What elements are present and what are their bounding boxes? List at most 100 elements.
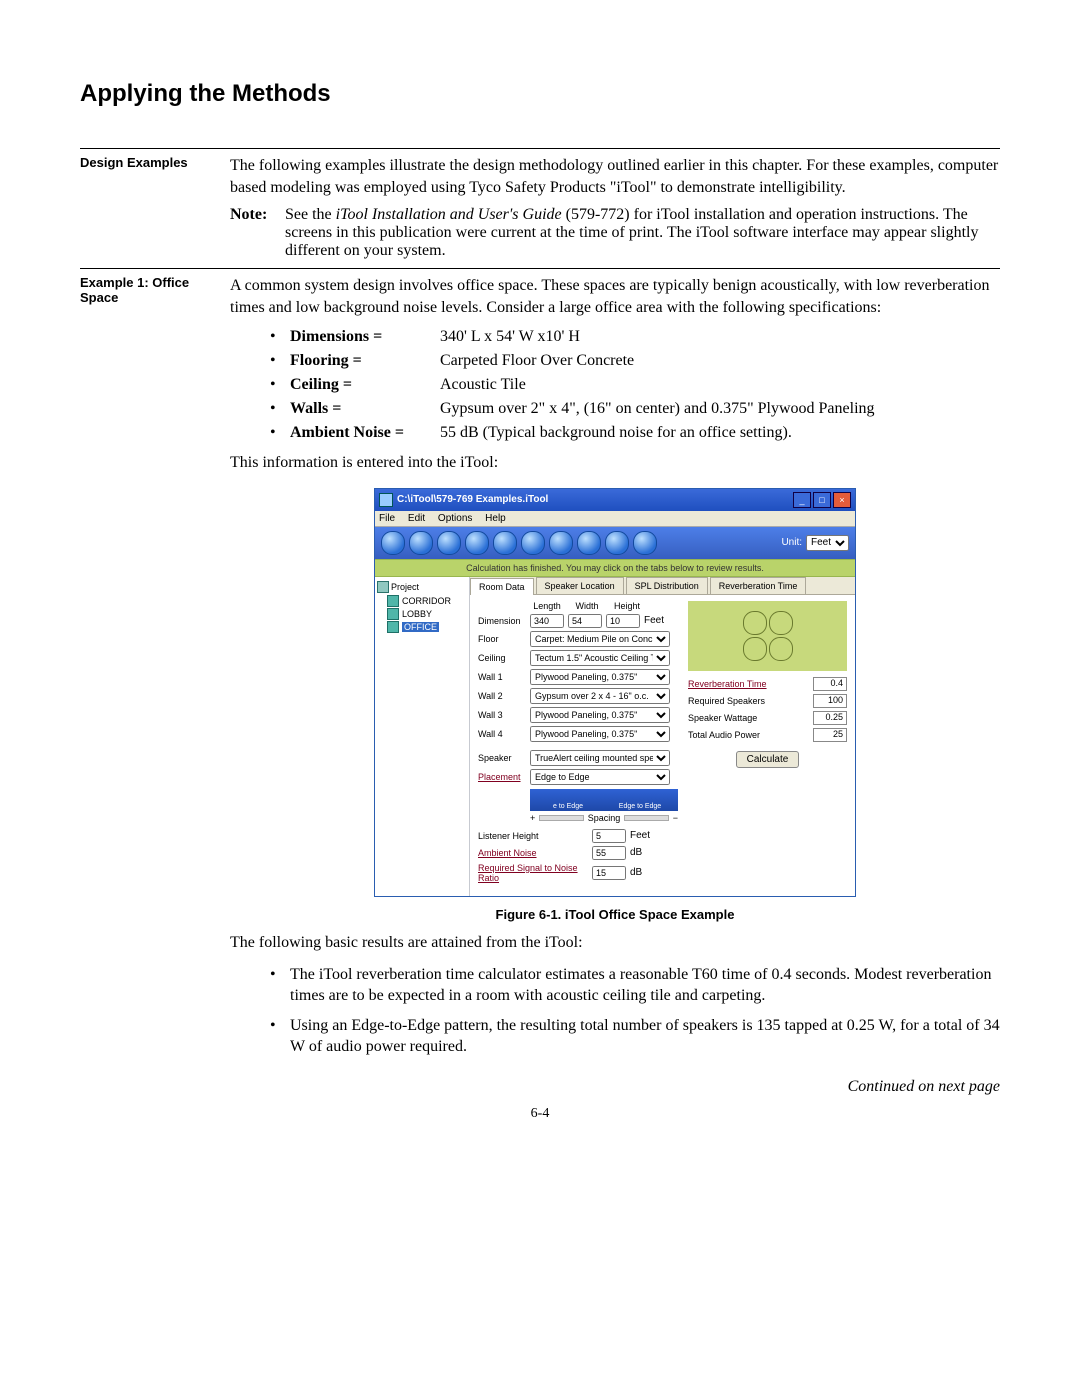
hdr-height: Height bbox=[610, 601, 644, 611]
reverb-link[interactable]: Reverberation Time bbox=[688, 679, 807, 689]
wall4-select[interactable]: Plywood Paneling, 0.375" bbox=[530, 726, 670, 742]
listener-label: Listener Height bbox=[478, 831, 588, 841]
tree-label-selected: OFFICE bbox=[402, 622, 439, 632]
width-input[interactable] bbox=[568, 614, 602, 628]
itool-screenshot: C:\iTool\579-769 Examples.iTool _ □ × Fi… bbox=[230, 488, 1000, 897]
toolbar-button-7[interactable] bbox=[549, 531, 573, 555]
floor-select[interactable]: Carpet: Medium Pile on Concrete bbox=[530, 631, 670, 647]
ambient-unit: dB bbox=[630, 847, 642, 858]
room-icon bbox=[387, 608, 399, 620]
toolbar-button-6[interactable] bbox=[521, 531, 545, 555]
menu-options[interactable]: Options bbox=[438, 513, 472, 524]
toolbar-button-10[interactable] bbox=[633, 531, 657, 555]
maximize-button[interactable]: □ bbox=[813, 492, 831, 508]
unit-selector: Unit: Feet bbox=[781, 535, 849, 551]
row-label: Wall 2 bbox=[478, 691, 526, 701]
unit-select[interactable]: Feet bbox=[806, 535, 849, 551]
tree-node-corridor[interactable]: CORRIDOR bbox=[387, 595, 467, 607]
section-label: Example 1: Office Space bbox=[80, 275, 230, 305]
toolbar-button-4[interactable] bbox=[465, 531, 489, 555]
row-sn: Required Signal to Noise Ratio dB bbox=[478, 863, 678, 883]
result-power: Total Audio Power 25 bbox=[688, 728, 847, 742]
power-value: 25 bbox=[813, 728, 847, 742]
section-body: The following examples illustrate the de… bbox=[230, 155, 1000, 260]
tab-room-data[interactable]: Room Data bbox=[470, 578, 534, 595]
result-text: The iTool reverberation time calculator … bbox=[290, 964, 1000, 1007]
speaker-icon bbox=[743, 611, 767, 635]
placement-select[interactable]: Edge to Edge bbox=[530, 769, 670, 785]
itool-main: Room Data Speaker Location SPL Distribut… bbox=[470, 577, 855, 896]
spacing-minus[interactable]: − bbox=[673, 813, 678, 823]
note-label: Note: bbox=[230, 206, 285, 260]
tree-root-label: Project bbox=[391, 582, 419, 592]
sn-link[interactable]: Required Signal to Noise Ratio bbox=[478, 863, 588, 883]
wall3-select[interactable]: Plywood Paneling, 0.375" bbox=[530, 707, 670, 723]
spec-val: Gypsum over 2" x 4", (16" on center) and… bbox=[440, 400, 1000, 418]
speaker-grid bbox=[742, 610, 794, 662]
spec-key: Ceiling = bbox=[290, 376, 440, 394]
row-label: Wall 1 bbox=[478, 672, 526, 682]
listener-input[interactable] bbox=[592, 829, 626, 843]
length-input[interactable] bbox=[530, 614, 564, 628]
toolbar-button-2[interactable] bbox=[409, 531, 433, 555]
toolbar-button-5[interactable] bbox=[493, 531, 517, 555]
sn-input[interactable] bbox=[592, 866, 626, 880]
spec-item: Ceiling =Acoustic Tile bbox=[270, 376, 1000, 394]
row-wall4: Wall 4 Plywood Paneling, 0.375" bbox=[478, 726, 678, 742]
note-pre: See the bbox=[285, 206, 336, 223]
toolbar-button-1[interactable] bbox=[381, 531, 405, 555]
tree-root[interactable]: Project bbox=[377, 581, 467, 593]
wattage-value: 0.25 bbox=[813, 711, 847, 725]
speaker-select[interactable]: TrueAlert ceiling mounted speaker bbox=[530, 750, 670, 766]
menu-file[interactable]: File bbox=[379, 513, 395, 524]
calculate-button[interactable]: Calculate bbox=[736, 751, 800, 768]
result-wattage: Speaker Wattage 0.25 bbox=[688, 711, 847, 725]
toolbar-button-3[interactable] bbox=[437, 531, 461, 555]
speaker-icon bbox=[743, 637, 767, 661]
menu-help[interactable]: Help bbox=[485, 513, 506, 524]
spec-list: Dimensions =340' L x 54' W x10' H Floori… bbox=[270, 328, 1000, 442]
divider bbox=[80, 268, 1000, 269]
close-button[interactable]: × bbox=[833, 492, 851, 508]
project-tree: Project CORRIDOR LOBBY OFFICE bbox=[375, 577, 470, 896]
example1-entered: This information is entered into the iTo… bbox=[230, 452, 1000, 474]
page-number: 6-4 bbox=[80, 1106, 1000, 1122]
row-speaker: Speaker TrueAlert ceiling mounted speake… bbox=[478, 750, 678, 766]
ambient-input[interactable] bbox=[592, 846, 626, 860]
tree-node-lobby[interactable]: LOBBY bbox=[387, 608, 467, 620]
tree-node-office[interactable]: OFFICE bbox=[387, 621, 467, 633]
tab-reverberation-time[interactable]: Reverberation Time bbox=[710, 577, 807, 594]
ambient-link[interactable]: Ambient Noise bbox=[478, 848, 588, 858]
placement-link[interactable]: Placement bbox=[478, 772, 526, 782]
row-wall2: Wall 2 Gypsum over 2 x 4 - 16" o.c. bbox=[478, 688, 678, 704]
dim-unit: Feet bbox=[644, 615, 664, 626]
speaker-diagram bbox=[688, 601, 847, 671]
ceiling-select[interactable]: Tectum 1.5" Acoustic Ceiling Tile bbox=[530, 650, 670, 666]
minimize-button[interactable]: _ bbox=[793, 492, 811, 508]
toolbar-button-9[interactable] bbox=[605, 531, 629, 555]
spacing-bar[interactable] bbox=[624, 815, 668, 821]
divider bbox=[80, 148, 1000, 149]
result-item: The iTool reverberation time calculator … bbox=[270, 964, 1000, 1007]
spacing-label: Spacing bbox=[588, 813, 621, 823]
spacing-plus[interactable]: + bbox=[530, 813, 535, 823]
section-label: Design Examples bbox=[80, 155, 230, 170]
row-listener: Listener Height Feet bbox=[478, 829, 678, 843]
wall1-select[interactable]: Plywood Paneling, 0.375" bbox=[530, 669, 670, 685]
spacing-bar[interactable] bbox=[539, 815, 583, 821]
page-title: Applying the Methods bbox=[80, 80, 1000, 108]
figure-caption: Figure 6-1. iTool Office Space Example bbox=[230, 907, 1000, 922]
tab-spl-distribution[interactable]: SPL Distribution bbox=[626, 577, 708, 594]
toolbar-button-8[interactable] bbox=[577, 531, 601, 555]
menu-edit[interactable]: Edit bbox=[408, 513, 425, 524]
unit-label: Unit: bbox=[781, 537, 802, 548]
wall2-select[interactable]: Gypsum over 2 x 4 - 16" o.c. bbox=[530, 688, 670, 704]
tree-label: CORRIDOR bbox=[402, 596, 451, 606]
height-input[interactable] bbox=[606, 614, 640, 628]
titlebar[interactable]: C:\iTool\579-769 Examples.iTool _ □ × bbox=[375, 489, 855, 511]
tree-label: LOBBY bbox=[402, 609, 432, 619]
tab-speaker-location[interactable]: Speaker Location bbox=[536, 577, 624, 594]
placement-slider[interactable]: e to Edge Edge to Edge bbox=[530, 789, 678, 811]
result-reverb: Reverberation Time 0.4 bbox=[688, 677, 847, 691]
result-text: Using an Edge-to-Edge pattern, the resul… bbox=[290, 1015, 1000, 1058]
